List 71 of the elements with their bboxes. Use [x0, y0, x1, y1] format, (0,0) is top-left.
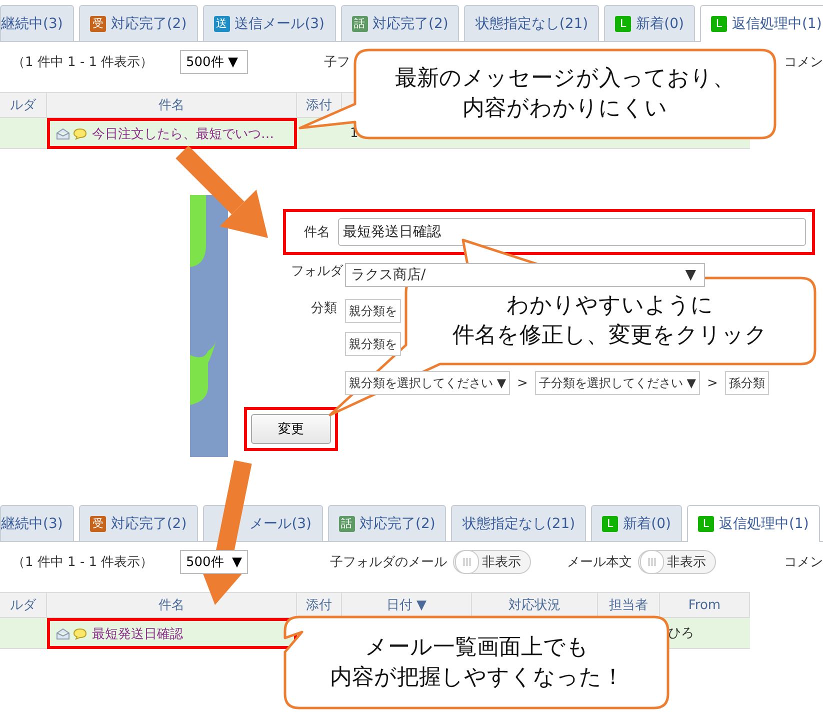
per-page-select[interactable]: 500件 ▼	[180, 50, 248, 74]
comment-label: コメン	[784, 554, 823, 571]
tab[interactable]: 話 対応完了(2)	[340, 5, 460, 41]
table-header-cell: ルダ	[0, 592, 47, 618]
category-select[interactable]: 親分類を選択してください ▼	[345, 371, 510, 395]
tab-badge: L	[698, 516, 714, 532]
subject-field[interactable]: 最短発送日確認	[338, 218, 806, 246]
grip-icon	[648, 558, 656, 566]
table-header-cell: From	[660, 592, 750, 618]
tab[interactable]: 継続中(3)	[0, 5, 74, 41]
tab-badge: 話	[352, 16, 368, 32]
child-folder-label: 子フ	[324, 54, 350, 71]
field-label: 分類	[310, 300, 338, 317]
tab[interactable]: 継続中(3)	[0, 505, 74, 541]
table-header-cell: ルダ	[0, 92, 47, 118]
result-count: （1 件中 1 - 1 件表示）	[11, 554, 154, 571]
separator-text: >	[516, 376, 529, 390]
table-header-cell: 担当者	[598, 592, 660, 618]
tab[interactable]: L 新着(0)	[604, 5, 695, 41]
table-header-cell: 添付	[297, 592, 342, 618]
table-header-cell: 件名	[47, 92, 297, 118]
envelope-icon	[56, 128, 70, 140]
folder-select[interactable]: ラクス商店/ ▼	[345, 263, 705, 287]
tab-badge: L	[615, 16, 632, 32]
tab[interactable]: L 返信処理中(1)	[686, 505, 820, 542]
category-select[interactable]: 親分類を	[345, 299, 401, 323]
field-label: フォルダ	[291, 263, 344, 280]
callout-text: 最新のメッセージが入っており、	[395, 65, 735, 93]
tab-badge: 受	[90, 16, 106, 32]
result-count: （1 件中 1 - 1 件表示）	[11, 54, 154, 71]
tab[interactable]: 状態指定なし(21)	[451, 505, 586, 541]
callout-text: メール一覧画面上でも	[365, 634, 589, 662]
tab-badge: 送	[214, 16, 230, 32]
tab[interactable]: L 返信処理中(1)	[700, 5, 823, 42]
tab[interactable]: 話 対応完了(2)	[328, 505, 446, 541]
tab[interactable]: 送 送信メール(3)	[202, 5, 336, 41]
tab-badge: L	[710, 16, 727, 32]
table-cell	[0, 618, 47, 649]
category-select[interactable]: 子分類を選択してください ▼	[534, 371, 700, 395]
tab[interactable]: 受 対応完了(2)	[78, 5, 198, 41]
category-select[interactable]: 親分類を	[345, 332, 401, 356]
speech-bubble-icon	[73, 128, 87, 140]
tab-badge: L	[602, 516, 618, 532]
toggle-label: メール本文	[567, 554, 632, 571]
table-header-cell: 添付	[297, 92, 342, 118]
table-header-cell: 日付 ▼	[342, 592, 472, 618]
category-select[interactable]: 孫分類	[724, 371, 769, 395]
separator-text: >	[706, 376, 719, 390]
grip-icon	[463, 558, 471, 566]
change-button[interactable]: 変更	[251, 414, 331, 444]
toggle-switch[interactable]: 非表示	[638, 550, 716, 574]
table-cell	[0, 118, 47, 149]
subject-cell[interactable]: 最短発送日確認	[47, 618, 297, 649]
table-header-cell: 対応状況	[472, 592, 598, 618]
tab[interactable]: 状態指定なし(21)	[464, 5, 600, 41]
subject-cell[interactable]: 今日注文したら、最短でいつ…	[47, 118, 297, 149]
tab-badge: 話	[338, 516, 355, 532]
tab[interactable]: 受 対応完了(2)	[78, 505, 198, 541]
per-page-select[interactable]: 500件 ▼	[180, 550, 248, 574]
speech-bubble-icon	[73, 628, 87, 640]
field-label: 件名	[303, 224, 331, 241]
toggle-label: 子フォルダのメール	[330, 554, 447, 571]
table-header-cell: 件名	[47, 592, 297, 618]
tab-badge: 受	[90, 516, 106, 532]
tab[interactable]: L 新着(0)	[591, 505, 682, 541]
comment-label: コメン	[784, 54, 823, 71]
toggle-switch[interactable]: 非表示	[453, 550, 531, 574]
callout-text: わかりやすいように	[506, 292, 714, 320]
envelope-icon	[56, 628, 70, 640]
callout-text: 内容が把握しやすくなった！	[330, 664, 624, 692]
callout-text: 件名を修正し、変更をクリック	[452, 322, 768, 350]
